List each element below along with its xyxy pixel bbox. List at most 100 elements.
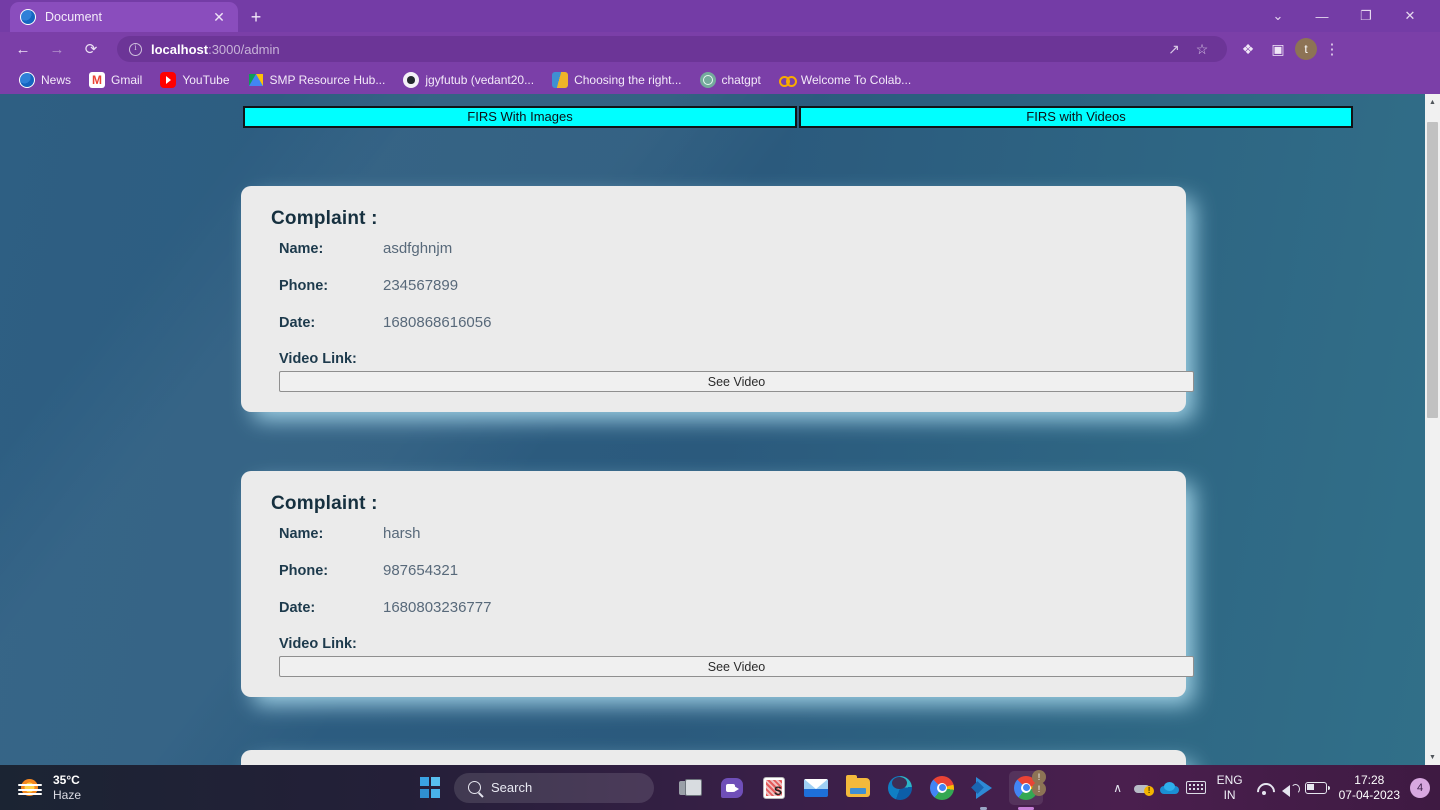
field-row-name: Name: harsh: [279, 525, 1164, 555]
field-row-phone: Phone: 987654321: [279, 562, 1164, 592]
back-icon[interactable]: ←: [9, 35, 37, 63]
fir-tab-bar: FIRS With Images FIRS with Videos: [243, 106, 1353, 128]
complaint-card: [241, 750, 1186, 765]
keyboard-icon-wrap[interactable]: [1183, 773, 1209, 803]
card-title: Complaint :: [271, 493, 378, 514]
tab-firs-with-images[interactable]: FIRS With Images: [243, 106, 797, 128]
bookmarks-bar: News Gmail YouTube SMP Resource Hub... j…: [0, 66, 1440, 94]
complaint-card: Complaint : Name: asdfghnjm Phone: 23456…: [241, 186, 1194, 412]
bookmark-gmail[interactable]: Gmail: [82, 69, 149, 91]
search-placeholder: Search: [491, 780, 533, 795]
minimize-icon[interactable]: —: [1300, 0, 1344, 32]
bookmark-smp-resource-hub[interactable]: SMP Resource Hub...: [241, 69, 393, 91]
scroll-up-icon[interactable]: ▲: [1425, 94, 1440, 110]
card-title: Complaint :: [271, 208, 378, 229]
bookmark-chatgpt[interactable]: chatgpt: [693, 69, 768, 91]
tab-title: Document: [45, 10, 102, 24]
taskbar-apps: ! !: [673, 769, 1046, 810]
bookmark-youtube[interactable]: YouTube: [153, 69, 236, 91]
taskbar-item-task-view[interactable]: [673, 771, 707, 805]
onedrive-icon-wrap[interactable]: [1157, 773, 1183, 803]
taskbar-item-chrome-window[interactable]: ! !: [1009, 769, 1046, 810]
search-icon: [468, 781, 481, 794]
onedrive-warning-icon-wrap[interactable]: [1131, 773, 1157, 803]
start-icon: [419, 777, 441, 798]
browser-tab[interactable]: Document ✕: [10, 2, 238, 32]
folder-icon: [846, 775, 870, 797]
volume-icon: [1281, 781, 1300, 797]
bookmark-label: chatgpt: [721, 73, 761, 87]
bookmark-label: jgyfutub (vedant20...: [425, 73, 535, 87]
chrome-menu-icon[interactable]: ⋮: [1321, 42, 1343, 57]
volume-icon-wrap[interactable]: [1277, 773, 1303, 803]
field-label: Name:: [279, 241, 324, 257]
taskbar-item-chat[interactable]: [715, 771, 749, 805]
taskbar-search[interactable]: Search: [454, 772, 654, 803]
taskbar-item-file-explorer[interactable]: [841, 771, 875, 805]
weather-temperature: 35°C: [53, 772, 80, 787]
close-window-icon[interactable]: ✕: [1388, 0, 1432, 32]
wifi-icon-wrap[interactable]: [1251, 773, 1277, 803]
scrollbar-thumb[interactable]: [1427, 122, 1438, 418]
extensions-area: ❖ ▣ t ⋮: [1227, 36, 1351, 62]
battery-icon-wrap[interactable]: [1303, 773, 1330, 803]
field-value: 1680868616056: [383, 314, 492, 331]
close-tab-icon[interactable]: ✕: [210, 10, 228, 24]
see-video-button[interactable]: See Video: [279, 656, 1194, 677]
forward-icon[interactable]: →: [43, 35, 71, 63]
site-info-icon[interactable]: [129, 42, 142, 56]
drive-icon: [248, 72, 264, 88]
page-scrollbar[interactable]: ▲ ▼: [1425, 94, 1440, 765]
show-hidden-icons-chevron[interactable]: ∧: [1105, 773, 1131, 803]
chatgpt-icon: [699, 72, 716, 88]
clock-date: 07-04-2023: [1338, 787, 1400, 802]
see-video-button[interactable]: See Video: [279, 371, 1194, 392]
taskbar-item-vscode[interactable]: [967, 771, 1001, 810]
maximize-icon[interactable]: ❐: [1344, 0, 1388, 32]
bookmark-choosing-the-right[interactable]: Choosing the right...: [545, 69, 688, 91]
weather-text: 35°C Haze: [53, 773, 81, 803]
taskbar-item-chrome[interactable]: [925, 771, 959, 805]
address-bar[interactable]: localhost:3000/admin ↗ ☆: [117, 36, 1227, 62]
windows-taskbar: 35°C Haze Search ! ! ∧: [0, 765, 1440, 810]
edge-icon: [888, 775, 912, 800]
new-tab-button[interactable]: +: [243, 5, 269, 29]
share-icon[interactable]: ↗: [1161, 36, 1187, 62]
side-panel-icon[interactable]: ▣: [1265, 36, 1291, 62]
scroll-down-icon[interactable]: ▼: [1425, 749, 1440, 765]
profile-avatar[interactable]: t: [1295, 38, 1317, 60]
language-primary: ENG: [1216, 773, 1243, 788]
field-label: Name:: [279, 526, 324, 542]
wifi-icon: [1255, 781, 1273, 795]
weather-widget[interactable]: 35°C Haze: [18, 773, 81, 803]
tab-search-icon[interactable]: ⌄: [1256, 0, 1300, 32]
system-tray: ∧ ENG IN 17:28 07-04-2023 4: [1105, 773, 1440, 803]
haze-sun-icon: [18, 775, 44, 801]
taskbar-item-edge[interactable]: [883, 771, 917, 805]
snipping-tool-icon: [763, 776, 785, 799]
video-link-label: Video Link:: [279, 351, 357, 367]
taskbar-item-mail[interactable]: [799, 771, 833, 805]
field-row-phone: Phone: 234567899: [279, 277, 1164, 307]
battery-icon: [1304, 781, 1330, 794]
bookmark-colab[interactable]: Welcome To Colab...: [772, 69, 918, 91]
field-row-name: Name: asdfghnjm: [279, 240, 1164, 270]
start-button[interactable]: [413, 771, 447, 805]
tab-firs-with-videos[interactable]: FIRS with Videos: [799, 106, 1353, 128]
taskbar-item-snipping-tool[interactable]: [757, 771, 791, 805]
tab-favicon-icon: [20, 9, 36, 25]
colab-icon: [778, 72, 797, 88]
bookmark-star-icon[interactable]: ☆: [1189, 36, 1215, 62]
clock[interactable]: 17:28 07-04-2023: [1329, 773, 1410, 803]
extensions-puzzle-icon[interactable]: ❖: [1235, 36, 1261, 62]
bookmark-news[interactable]: News: [12, 69, 78, 91]
tab-strip: Document ✕ + ⌄ — ❐ ✕: [0, 0, 1440, 32]
notification-center-button[interactable]: 4: [1410, 777, 1430, 798]
language-indicator[interactable]: ENG IN: [1209, 773, 1251, 802]
onedrive-warning-icon: [1134, 781, 1155, 796]
clock-time: 17:28: [1354, 772, 1385, 787]
bookmark-github[interactable]: jgyfutub (vedant20...: [396, 69, 541, 91]
mail-icon: [804, 778, 828, 797]
reload-icon[interactable]: ⟳: [77, 35, 105, 63]
field-label: Date:: [279, 600, 316, 616]
